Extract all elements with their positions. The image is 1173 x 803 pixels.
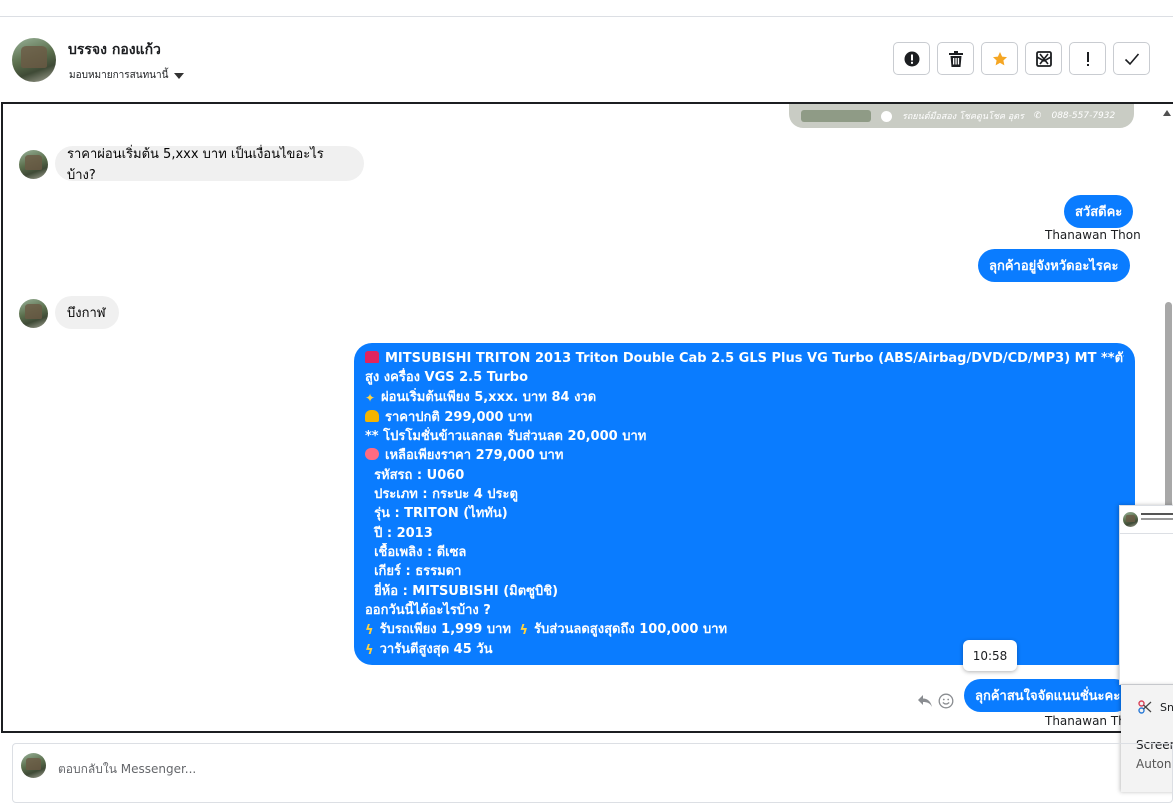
divider bbox=[1120, 533, 1173, 534]
message-line: เกียร์ : ธรรมดา bbox=[374, 564, 462, 580]
caret-down-icon bbox=[174, 72, 185, 79]
lightning-emoji-icon: ϟ bbox=[365, 623, 374, 639]
contact-avatar[interactable] bbox=[12, 38, 56, 82]
notification-preview-card[interactable] bbox=[1119, 505, 1173, 685]
phone-icon: ✆ bbox=[1033, 111, 1042, 121]
message-line: ประเภท : กระบะ 4 ประตู bbox=[374, 487, 518, 503]
contact-name[interactable]: บรรจง กองแก้ว bbox=[68, 39, 161, 61]
report-button[interactable] bbox=[893, 42, 930, 75]
message-line: สูง งครื่อง VGS 2.5 Turbo bbox=[365, 370, 529, 386]
outgoing-message[interactable]: ลุกค้าสนใจจัดแนนชั่นะคะ bbox=[964, 679, 1132, 712]
message-line: ✦ ผ่อนเริ่มต้นเพียง 5,xxx. บาท 84 งวด bbox=[365, 388, 1124, 408]
scrollbar-thumb[interactable] bbox=[1165, 302, 1172, 532]
react-emoji-icon[interactable] bbox=[938, 693, 954, 709]
reply-icon[interactable] bbox=[917, 694, 933, 708]
car-emoji-icon bbox=[365, 351, 379, 363]
message-line: ออกวันนี้ได้อะไรบ้าง ? bbox=[365, 602, 491, 618]
banner-phone: 088-557-7932 bbox=[1051, 111, 1116, 121]
assign-label: มอบหมายการสนทนานี้ bbox=[69, 70, 169, 81]
sparkles-emoji-icon: ✦ bbox=[365, 390, 376, 405]
scroll-up-arrow-icon[interactable] bbox=[1163, 110, 1171, 116]
spam-button[interactable] bbox=[1025, 42, 1062, 75]
message-line: ** โปรโมชั่นข้าวแลกลด รับส่วนลด 20,000 บ… bbox=[365, 429, 647, 445]
snipping-tool-icon bbox=[1138, 700, 1152, 714]
shared-image-banner[interactable]: รถยนต์มือสอง โชคดูนโชค อุดร ✆ 088-557-79… bbox=[789, 104, 1134, 128]
outgoing-message[interactable]: สวัสดีคะ bbox=[1064, 195, 1134, 228]
sender-name: Thanawan Thon bbox=[1045, 228, 1141, 242]
message-line: MITSUBISHI TRITON 2013 Triton Double Cab… bbox=[365, 349, 1124, 368]
message-line: ϟ รับรถเพียง 1,999 บาท ϟ รับส่วนลดสูงสุดถึ… bbox=[365, 620, 1124, 640]
exclamation-icon bbox=[1086, 51, 1089, 66]
message-line: ยี่ห้อ : MITSUBISHI (มิตซูบิชิ) bbox=[374, 583, 559, 599]
notification-avatar bbox=[1123, 512, 1138, 527]
sender-avatar[interactable] bbox=[19, 150, 48, 179]
assign-conversation-dropdown[interactable]: มอบหมายการสนทนานี้ bbox=[69, 68, 185, 83]
header-toolbar bbox=[893, 42, 1150, 75]
check-icon bbox=[1124, 52, 1139, 65]
message-text: ลุกค้าสนใจจัดแนนชั่นะคะ bbox=[975, 689, 1121, 704]
facebook-icon bbox=[881, 110, 892, 122]
ribbon-emoji-icon bbox=[365, 448, 379, 461]
delete-button[interactable] bbox=[937, 42, 974, 75]
message-text: สวัสดีคะ bbox=[1075, 205, 1123, 220]
message-line: รหัสรถ : U060 bbox=[374, 467, 465, 483]
message-line: ราคาปกติ 299,000 บาท bbox=[365, 408, 1124, 427]
star-button[interactable] bbox=[981, 42, 1018, 75]
banner-page-name: รถยนต์มือสอง โชคดูนโชค อุดร bbox=[902, 112, 1024, 122]
trash-icon bbox=[948, 50, 963, 67]
message-line: เหลือเพียงราคา 279,000 บาท bbox=[365, 446, 1124, 465]
lightning-emoji-icon: ϟ bbox=[519, 623, 529, 639]
incoming-message[interactable]: ราคาผ่อนเริ่มต้น 5,xxx บาท เป็นเงื่อนไขอ… bbox=[55, 146, 364, 183]
dealer-logo bbox=[801, 110, 871, 122]
timestamp-tooltip: 10:58 bbox=[963, 640, 1017, 671]
star-icon bbox=[992, 51, 1007, 65]
sender-avatar[interactable] bbox=[19, 299, 48, 328]
outgoing-message[interactable]: ลุกค้าอยู่จังหวัดอะไรคะ bbox=[978, 249, 1130, 282]
reply-input-placeholder[interactable]: ตอบกลับใน Messenger... bbox=[58, 760, 196, 779]
notification-text-line bbox=[1141, 518, 1173, 520]
message-text: ลุกค้าอยู่จังหวัดอะไรคะ bbox=[989, 259, 1119, 274]
message-line: เชื้อเพลิง : ดีเซล bbox=[374, 544, 467, 560]
alert-circle-icon bbox=[904, 51, 919, 66]
bell-emoji-icon bbox=[365, 409, 379, 422]
message-text: ราคาผ่อนเริ่มต้น 5,xxx บาท เป็นเงื่อนไขอ… bbox=[67, 146, 324, 183]
toast-app-name: Sn bbox=[1160, 701, 1173, 714]
page-avatar bbox=[21, 753, 46, 778]
message-text: บึงกาฬ bbox=[67, 306, 106, 321]
incoming-message[interactable]: บึงกาฬ bbox=[55, 296, 119, 329]
lightning-emoji-icon: ϟ bbox=[365, 643, 374, 659]
message-thread[interactable]: รถยนต์มือสอง โชคดูนโชค อุดร ✆ 088-557-79… bbox=[1, 102, 1173, 733]
message-line: ปี : 2013 bbox=[374, 525, 433, 541]
outgoing-message-long[interactable]: MITSUBISHI TRITON 2013 Triton Double Cab… bbox=[354, 343, 1135, 665]
mail-x-icon bbox=[1035, 50, 1052, 67]
conversation-header: บรรจง กองแก้ว มอบหมายการสนทนานี้ bbox=[0, 17, 1173, 101]
message-line: รุ่น : TRITON (ไททัน) bbox=[374, 506, 508, 522]
notification-text-line bbox=[1141, 513, 1173, 515]
mark-important-button[interactable] bbox=[1069, 42, 1106, 75]
done-button[interactable] bbox=[1113, 42, 1150, 75]
